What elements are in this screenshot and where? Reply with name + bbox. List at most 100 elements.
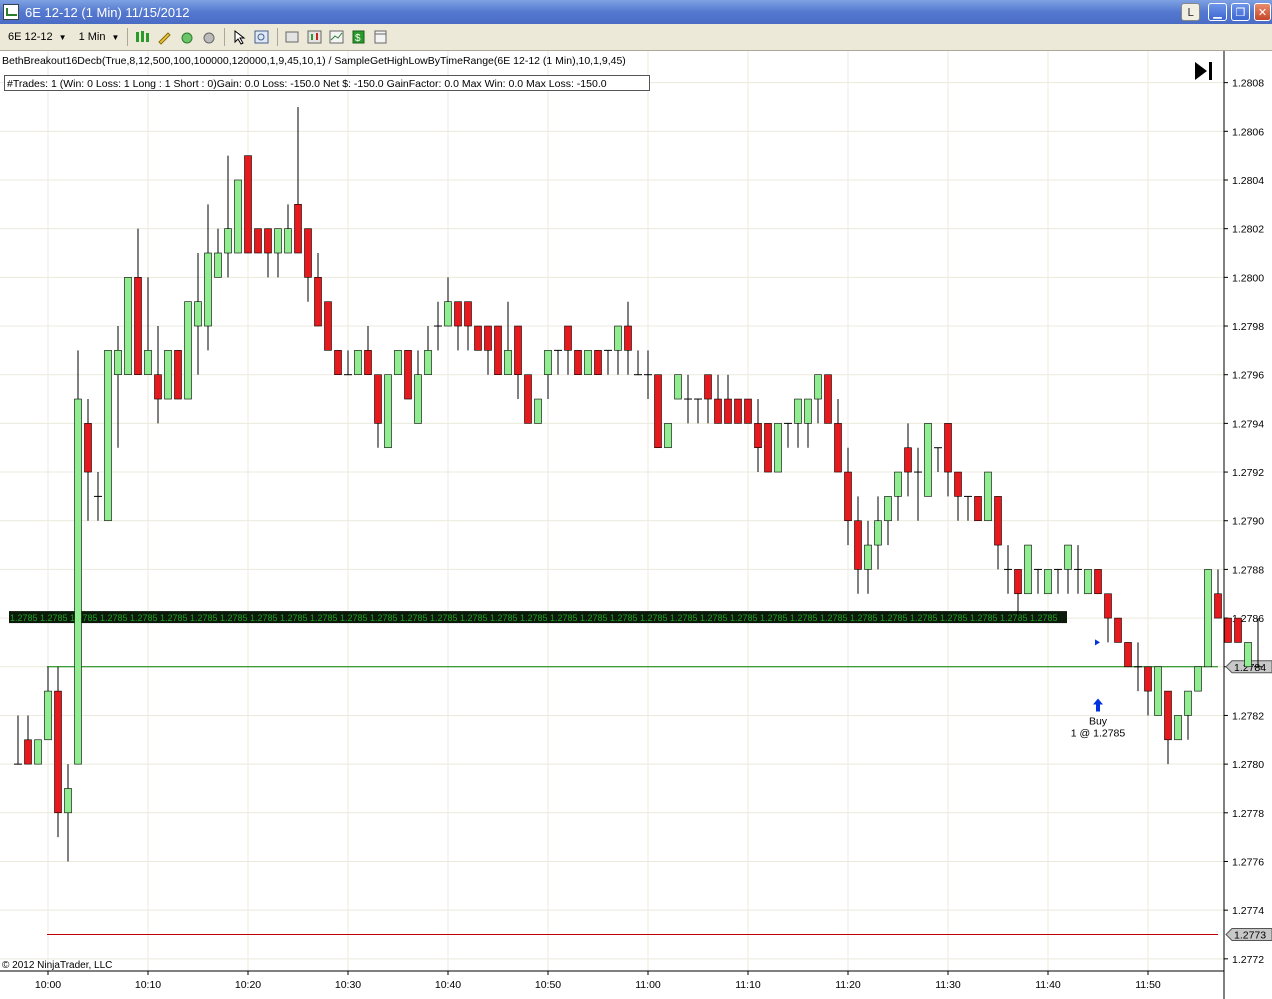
- candle-body: [174, 350, 182, 400]
- window-title: 6E 12-12 (1 Min) 11/15/2012: [25, 4, 190, 20]
- data-box-icon[interactable]: [306, 29, 324, 45]
- range-band-label: 1.2785: [730, 613, 758, 623]
- dollar-icon[interactable]: $: [350, 29, 368, 45]
- range-band-label: 1.2785: [310, 613, 338, 623]
- range-band-label: 1.2785: [430, 613, 458, 623]
- indicator-add-icon[interactable]: [178, 29, 196, 45]
- interval-selector[interactable]: 1 Min ▼: [75, 29, 124, 45]
- candle-body: [1244, 642, 1252, 668]
- drawing-pencil-icon[interactable]: [156, 29, 174, 45]
- skip-to-end-icon[interactable]: [1192, 60, 1216, 82]
- candle-body: [154, 374, 162, 400]
- x-tick-label: 10:30: [335, 979, 361, 991]
- y-tick-label: 1.2772: [1232, 954, 1264, 966]
- candle-body: [384, 374, 392, 449]
- candle-body: [54, 690, 62, 814]
- candle-body: [944, 423, 952, 473]
- y-tick-label: 1.2794: [1232, 418, 1264, 430]
- candle-body: [954, 471, 962, 497]
- range-band-label: 1.2785: [970, 613, 998, 623]
- candle-body: [164, 350, 172, 400]
- candle-body: [1234, 617, 1242, 643]
- candle-body: [1044, 569, 1052, 595]
- zoom-icon[interactable]: [253, 29, 271, 45]
- candle-body: [444, 301, 452, 327]
- candle-body: [204, 252, 212, 327]
- range-band-label: 1.2785: [40, 613, 68, 623]
- candle-body: [404, 350, 412, 400]
- properties-icon[interactable]: [284, 29, 302, 45]
- candle-body: [704, 374, 712, 400]
- candle-body: [754, 423, 762, 449]
- candle-body: [1224, 617, 1232, 643]
- candle-body: [584, 350, 592, 376]
- instrument-selector[interactable]: 6E 12-12 ▼: [4, 29, 71, 45]
- range-band-label: 1.2785: [280, 613, 308, 623]
- candle-body: [1114, 617, 1122, 643]
- candle-body: [324, 301, 332, 351]
- maximize-button[interactable]: ❐: [1231, 3, 1250, 21]
- candle-body: [254, 228, 262, 254]
- close-button[interactable]: ✕: [1254, 3, 1271, 21]
- minimize-button[interactable]: ▁: [1208, 3, 1227, 21]
- bar-style-icon[interactable]: [134, 29, 152, 45]
- candle-body: [1084, 569, 1092, 595]
- x-tick-label: 10:00: [35, 979, 61, 991]
- candle-body: [134, 277, 142, 376]
- buy-label: Buy: [1089, 715, 1108, 727]
- candle-body: [1094, 569, 1102, 595]
- candle-body: [494, 325, 502, 376]
- y-tick-label: 1.2776: [1232, 856, 1264, 868]
- toolbar-divider: [224, 28, 226, 46]
- x-tick-label: 10:40: [435, 979, 461, 991]
- y-tick-label: 1.2796: [1232, 370, 1264, 382]
- interval-label: 1 Min: [78, 31, 106, 43]
- y-tick-label: 1.2800: [1232, 272, 1264, 284]
- candle-body: [854, 520, 862, 570]
- candle-body: [544, 350, 552, 376]
- window-layout-icon[interactable]: [372, 29, 390, 45]
- candle-body: [454, 301, 462, 327]
- candle-body: [574, 350, 582, 376]
- y-tick-label: 1.2778: [1232, 808, 1264, 820]
- chart-panel[interactable]: 1.2808 1.2806 1.2804 1.2802 1.2800 1.2798 1.27…: [0, 51, 1272, 999]
- candle-body: [84, 423, 92, 473]
- x-tick-label: 10:50: [535, 979, 561, 991]
- candle-body: [834, 423, 842, 473]
- price-chart[interactable]: 1.2808 1.2806 1.2804 1.2802 1.2800 1.2798 1.27…: [0, 51, 1272, 999]
- range-band-label: 1.2785: [70, 613, 98, 623]
- cursor-icon[interactable]: [231, 29, 249, 45]
- candle-body: [234, 179, 242, 254]
- candle-body: [74, 398, 82, 765]
- candle-body: [874, 520, 882, 546]
- x-tick-label: 11:30: [935, 979, 961, 991]
- range-band-label: 1.2785: [880, 613, 908, 623]
- y-tick-label: 1.2806: [1232, 126, 1264, 138]
- candle-body: [764, 423, 772, 473]
- candle-body: [734, 398, 742, 424]
- buy-arrow-icon: [1093, 698, 1103, 712]
- candle-body: [614, 325, 622, 351]
- y-tick-label: 1.2788: [1232, 564, 1264, 576]
- candle-body: [794, 398, 802, 424]
- range-band-label: 1.2785: [850, 613, 878, 623]
- range-band-label: 1.2785: [190, 613, 218, 623]
- link-button[interactable]: L: [1181, 3, 1200, 21]
- range-band-label: 1.2785: [160, 613, 188, 623]
- candle-body: [924, 423, 932, 497]
- candle-body: [44, 690, 52, 741]
- candle-body: [104, 350, 112, 522]
- candle-body: [64, 788, 72, 814]
- candle-body: [214, 252, 222, 278]
- x-tick-label: 11:40: [1035, 979, 1061, 991]
- y-tick-label: 1.2774: [1232, 905, 1264, 917]
- range-band-label: 1.2785: [460, 613, 488, 623]
- candle-body: [1064, 544, 1072, 570]
- candle-body: [1194, 666, 1202, 692]
- chart-app-icon: [3, 4, 19, 20]
- candle-body: [994, 496, 1002, 546]
- y-tick-label: 1.2808: [1232, 78, 1264, 90]
- candle-body: [804, 398, 812, 424]
- strategy-add-icon[interactable]: [200, 29, 218, 45]
- chart-trader-icon[interactable]: [328, 29, 346, 45]
